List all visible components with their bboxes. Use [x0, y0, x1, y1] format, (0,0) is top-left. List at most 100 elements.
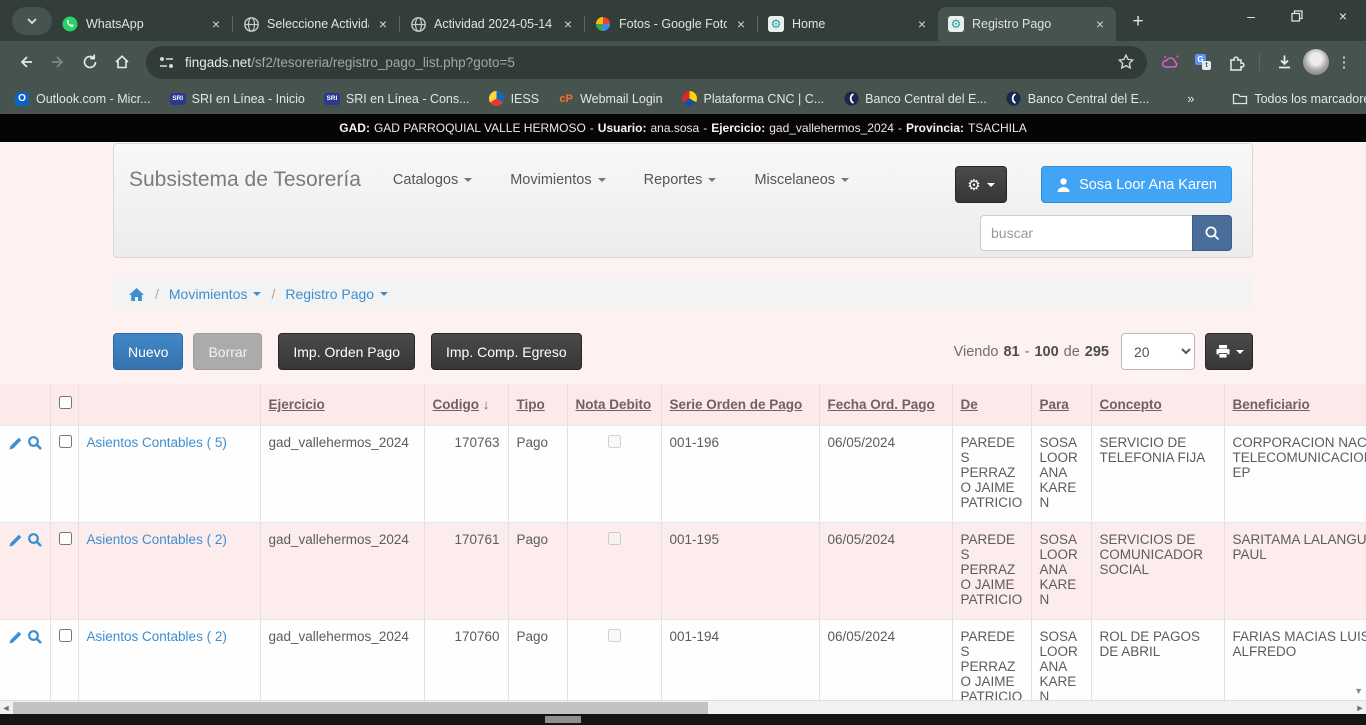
breadcrumb-movimientos[interactable]: Movimientos — [169, 286, 262, 302]
view-magnifier-icon[interactable] — [27, 532, 42, 548]
close-window-button[interactable]: × — [1320, 0, 1366, 32]
header-select-all — [50, 384, 78, 425]
vertical-scroll-down-icon[interactable]: ▼ — [1354, 686, 1363, 696]
downloads-button[interactable] — [1268, 46, 1300, 78]
table-row: Asientos Contables ( 2) gad_vallehermos_… — [0, 619, 1366, 700]
cell-select — [50, 619, 78, 700]
edit-pencil-icon[interactable] — [8, 532, 23, 548]
asientos-link[interactable]: Asientos Contables ( 2) — [87, 629, 227, 644]
cell-codigo: 170763 — [424, 425, 508, 522]
header-nota-debito[interactable]: Nota Debito — [567, 384, 661, 425]
bookmark-cnc[interactable]: Plataforma CNC | C... — [682, 91, 825, 107]
tab-search-button[interactable] — [12, 7, 52, 35]
bookmark-sri-inicio[interactable]: SRI SRI en Línea - Inicio — [170, 91, 305, 107]
restore-button[interactable] — [1274, 0, 1320, 32]
row-checkbox[interactable] — [59, 532, 72, 545]
scroll-right-arrow[interactable]: ► — [1354, 701, 1366, 714]
translate-button[interactable]: Gt — [1187, 46, 1219, 78]
toolbar-separator — [1259, 53, 1260, 71]
close-icon[interactable]: × — [560, 16, 576, 32]
bookmark-webmail[interactable]: cP Webmail Login — [558, 91, 662, 107]
scrollbar-thumb[interactable] — [13, 702, 708, 714]
bookmarks-bar: O Outlook.com - Micr... SRI SRI en Línea… — [0, 83, 1366, 114]
menu-movimientos[interactable]: Movimientos — [510, 172, 605, 188]
edit-pencil-icon[interactable] — [8, 435, 23, 451]
tab-google-fotos[interactable]: Fotos - Google Fotos × — [585, 7, 757, 41]
bookmark-star-icon[interactable] — [1117, 53, 1135, 71]
asientos-link[interactable]: Asientos Contables ( 5) — [87, 435, 227, 450]
browser-menu-button[interactable]: ⋮ — [1332, 53, 1356, 71]
horizontal-scrollbar[interactable]: ◄ ► — [0, 700, 1366, 714]
header-codigo[interactable]: Codigo ↓ — [424, 384, 508, 425]
all-bookmarks-button[interactable]: Todos los marcadores — [1232, 91, 1366, 107]
breadcrumb-home-icon[interactable] — [128, 287, 145, 302]
tab-registro-pago-active[interactable]: ⚙ Registro Pago × — [938, 7, 1116, 41]
settings-gear-button[interactable]: ⚙ — [955, 166, 1007, 203]
header-ejercicio[interactable]: Ejercicio — [260, 384, 424, 425]
table-header-row: Ejercicio Codigo ↓ Tipo Nota Debito Seri… — [0, 384, 1366, 425]
search-input[interactable] — [980, 215, 1192, 251]
bookmark-iess[interactable]: IESS — [489, 91, 540, 107]
imp-orden-pago-button[interactable]: Imp. Orden Pago — [278, 333, 415, 370]
address-bar[interactable]: fingads.net/sf2/tesoreria/registro_pago_… — [146, 46, 1147, 79]
tab-actividad[interactable]: Actividad 2024-05-14 × — [400, 7, 584, 41]
header-para[interactable]: Para — [1031, 384, 1091, 425]
tab-home[interactable]: ⚙ Home × — [758, 7, 938, 41]
bookmark-outlook[interactable]: O Outlook.com - Micr... — [14, 91, 151, 107]
page-size-select[interactable]: 20 — [1121, 333, 1195, 370]
cell-select — [50, 522, 78, 619]
header-concepto[interactable]: Concepto — [1091, 384, 1224, 425]
header-beneficiario[interactable]: Beneficiario — [1224, 384, 1366, 425]
gear-icon: ⚙ — [967, 176, 980, 194]
breadcrumb-registro-pago[interactable]: Registro Pago — [285, 286, 388, 302]
search-button[interactable] — [1192, 215, 1232, 251]
user-button[interactable]: Sosa Loor Ana Karen — [1041, 166, 1232, 203]
ejercicio-value: gad_vallehermos_2024 — [769, 121, 894, 135]
scroll-left-arrow[interactable]: ◄ — [0, 701, 12, 714]
minimize-button[interactable]: – — [1228, 0, 1274, 32]
close-icon[interactable]: × — [208, 16, 224, 32]
menu-catalogos[interactable]: Catalogos — [393, 172, 472, 188]
bookmarks-overflow-button[interactable]: » — [1187, 92, 1194, 106]
extension-cloud-button[interactable] — [1155, 46, 1187, 78]
row-checkbox[interactable] — [59, 435, 72, 448]
site-settings-icon[interactable] — [158, 55, 175, 70]
menu-reportes[interactable]: Reportes — [644, 172, 717, 188]
bookmark-label: SRI en Línea - Cons... — [346, 92, 470, 106]
nuevo-button[interactable]: Nuevo — [113, 333, 183, 370]
header-tipo[interactable]: Tipo — [508, 384, 567, 425]
print-button[interactable] — [1205, 333, 1253, 370]
close-icon[interactable]: × — [914, 16, 930, 32]
extensions-button[interactable] — [1219, 46, 1251, 78]
cell-row-icons — [0, 619, 50, 700]
row-checkbox[interactable] — [59, 629, 72, 642]
reload-button[interactable] — [74, 46, 106, 78]
imp-comp-egreso-button[interactable]: Imp. Comp. Egreso — [431, 333, 582, 370]
paging-total: 295 — [1085, 344, 1109, 360]
separator: - — [590, 121, 594, 135]
close-icon[interactable]: × — [375, 16, 391, 32]
menu-miscelaneos[interactable]: Miscelaneos — [754, 172, 849, 188]
bookmark-sri-consultas[interactable]: SRI SRI en Línea - Cons... — [324, 91, 470, 107]
home-button[interactable] — [106, 46, 138, 78]
header-serie[interactable]: Serie Orden de Pago — [661, 384, 819, 425]
close-icon[interactable]: × — [1092, 16, 1108, 32]
bookmark-banco-central-1[interactable]: Banco Central del E... — [843, 91, 987, 107]
forward-button[interactable] — [42, 46, 74, 78]
new-tab-button[interactable]: + — [1124, 8, 1152, 36]
edit-pencil-icon[interactable] — [8, 629, 23, 645]
select-all-checkbox[interactable] — [59, 396, 72, 409]
view-magnifier-icon[interactable] — [27, 629, 42, 645]
header-de[interactable]: De — [952, 384, 1031, 425]
back-button[interactable] — [10, 46, 42, 78]
bookmark-banco-central-2[interactable]: Banco Central del E... — [1006, 91, 1150, 107]
tab-whatsapp[interactable]: WhatsApp × — [52, 7, 232, 41]
tab-seleccione-actividad[interactable]: Seleccione Actividad × — [233, 7, 399, 41]
view-magnifier-icon[interactable] — [27, 435, 42, 451]
profile-button[interactable] — [1300, 46, 1332, 78]
asientos-link[interactable]: Asientos Contables ( 2) — [87, 532, 227, 547]
borrar-button[interactable]: Borrar — [193, 333, 262, 370]
cell-serie: 001-196 — [661, 425, 819, 522]
close-icon[interactable]: × — [733, 16, 749, 32]
header-fecha[interactable]: Fecha Ord. Pago — [819, 384, 952, 425]
